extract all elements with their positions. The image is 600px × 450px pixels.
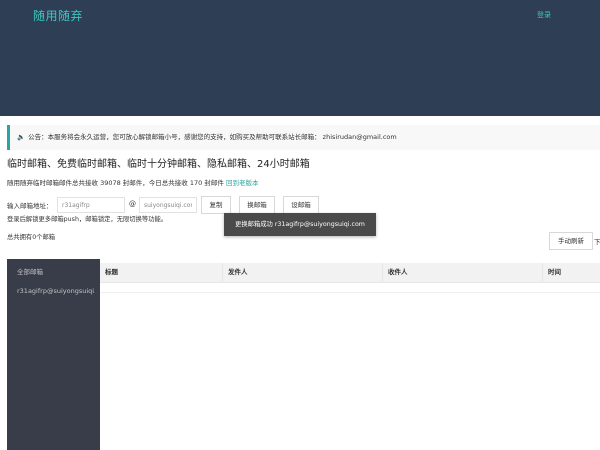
mailbox-sidebar: 全部邮箱 r31agifrp@suiyongsuiqi.com xyxy=(7,259,100,450)
table-divider xyxy=(100,292,600,293)
email-domain-input[interactable] xyxy=(139,197,197,213)
copy-button[interactable]: 复制 xyxy=(201,196,231,214)
at-sign: @ xyxy=(129,200,136,208)
column-header-sender: 发件人 xyxy=(223,263,383,282)
set-email-button[interactable]: 设邮箱 xyxy=(283,196,319,214)
change-email-button[interactable]: 换邮箱 xyxy=(239,196,275,214)
mailbox-count: 总共拥有0个邮箱 xyxy=(7,234,56,241)
column-header-time: 时间 xyxy=(548,268,561,276)
login-tip: 登录后解锁更多邮箱push，邮箱锁定，无限切换等功能。 xyxy=(7,216,168,223)
mail-table-header: 标题 发件人 收件人 时间 xyxy=(100,263,600,283)
announcement-text: 公告：本服务将会永久运营，您可放心解锁邮箱小号，感谢您的支持，如购买及帮助可联系… xyxy=(28,133,397,141)
login-link[interactable]: 登录 xyxy=(537,10,551,20)
top-navbar: 随用随弃 登录 xyxy=(0,0,600,116)
site-logo[interactable]: 随用随弃 xyxy=(33,7,83,24)
old-version-link[interactable]: 回到老版本 xyxy=(226,179,259,187)
mail-stats: 随用随弃临时邮箱邮件总共接收 39078 封邮件，今日总共接收 170 封邮件 … xyxy=(7,177,258,187)
email-local-input[interactable] xyxy=(57,197,125,213)
column-header-recipient: 收件人 xyxy=(383,263,543,282)
page-title: 临时邮箱、免费临时邮箱、临时十分钟邮箱、隐私邮箱、24小时邮箱 xyxy=(7,159,310,170)
refresh-button[interactable]: 手动刷新 xyxy=(549,232,593,250)
mail-stats-text: 随用随弃临时邮箱邮件总共接收 39078 封邮件，今日总共接收 170 封邮件 xyxy=(7,179,224,187)
address-label: 输入邮箱地址： xyxy=(7,202,53,210)
column-header-title: 标题 xyxy=(100,263,223,282)
sidebar-item-mailbox[interactable]: r31agifrp@suiyongsuiqi.com xyxy=(17,287,95,295)
sidebar-item-all-mailboxes[interactable]: 全部邮箱 xyxy=(17,266,95,276)
next-control[interactable]: 下 xyxy=(594,236,600,246)
announcement-bar: 🔈 公告：本服务将会永久运营，您可放心解锁邮箱小号，感谢您的支持，如购买及帮助可联… xyxy=(7,125,600,150)
success-toast: 更换邮箱成功 r31agifrp@suiyongsuiqi.com xyxy=(224,213,376,236)
speaker-icon: 🔈 xyxy=(17,133,26,141)
